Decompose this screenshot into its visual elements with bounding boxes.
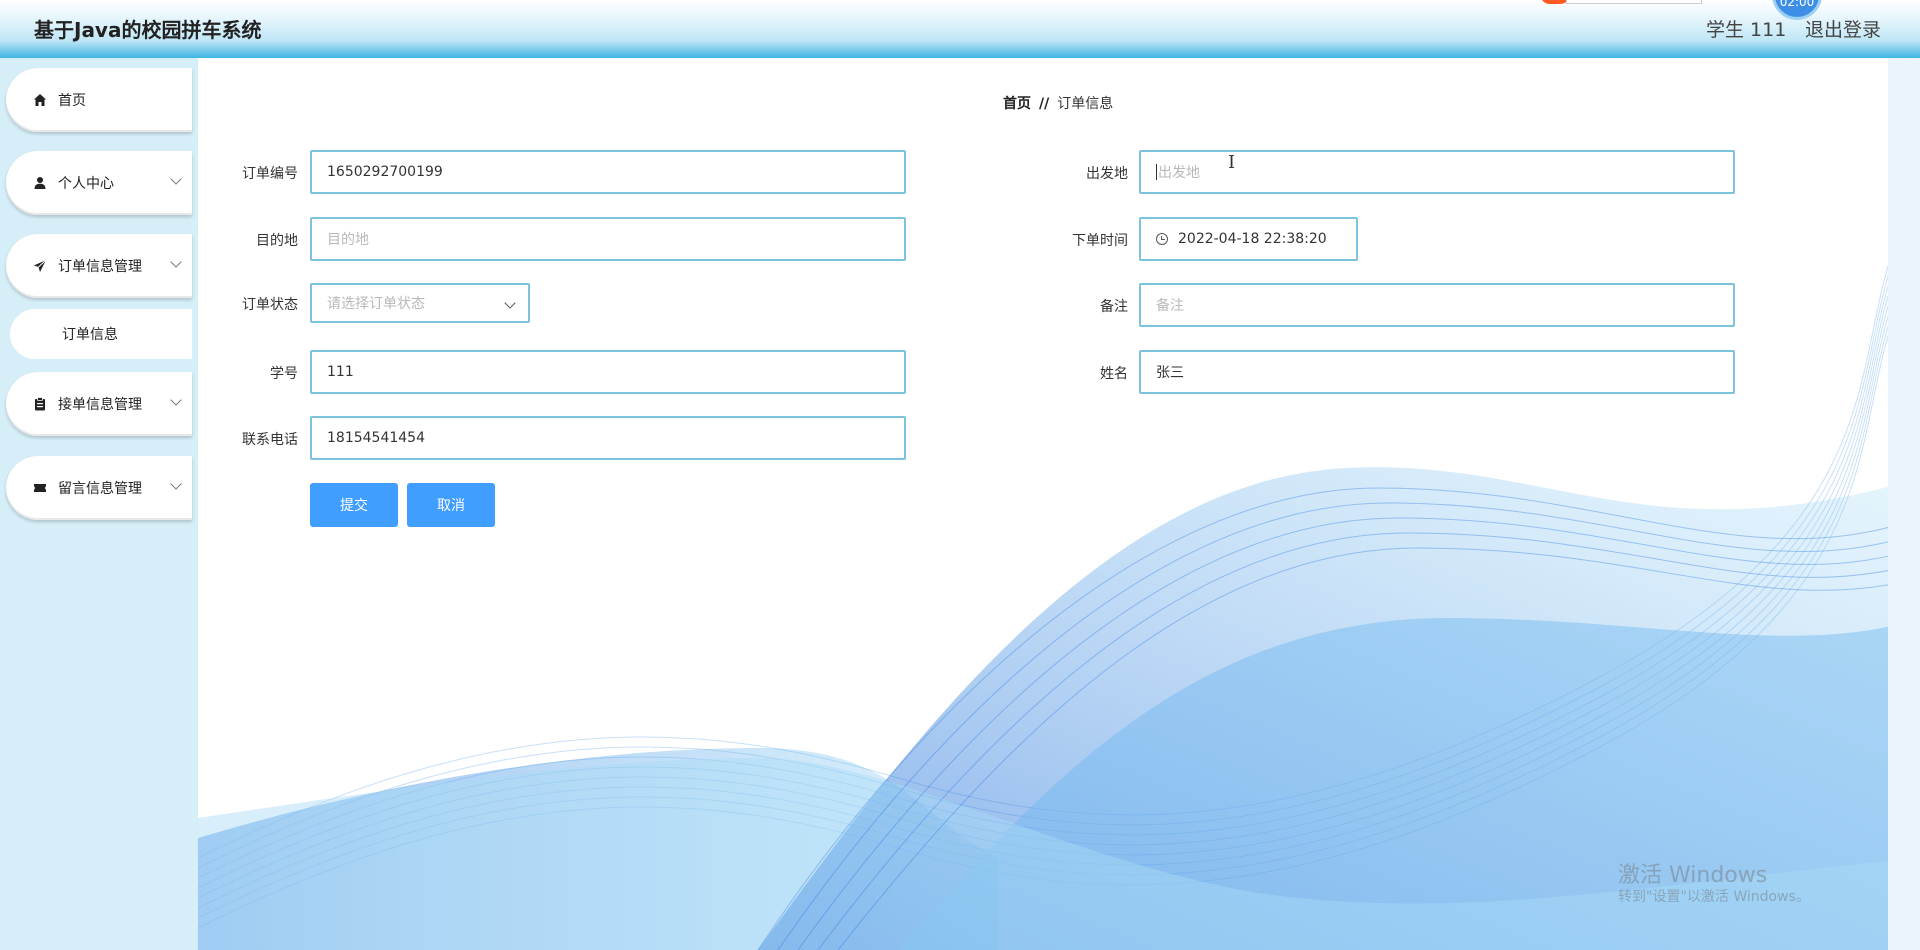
windows-activation-watermark-hint: 转到"设置"以激活 Windows。 [1618, 889, 1810, 905]
student-no-value: 111 [327, 364, 354, 380]
order-no-label: 订单编号 [242, 166, 298, 182]
windows-activation-watermark-title: 激活 Windows [1618, 863, 1768, 888]
destination-label: 目的地 [256, 233, 298, 249]
status-label: 订单状态 [242, 297, 298, 313]
order-time-picker[interactable]: 2022-04-18 22:38:20 [1139, 217, 1358, 261]
remark-input[interactable]: 备注 [1139, 283, 1735, 327]
home-icon [32, 92, 48, 108]
user-icon [32, 175, 48, 191]
breadcrumb-home[interactable]: 首页 [1003, 96, 1031, 112]
student-no-input[interactable]: 111 [310, 350, 906, 394]
chevron-down-icon [504, 297, 516, 309]
chevron-down-icon [170, 256, 182, 268]
remark-label: 备注 [1100, 299, 1128, 315]
search-bar-fragment [1566, 0, 1702, 4]
departure-placeholder: 出发地 [1158, 165, 1200, 181]
right-scroll-strip [1888, 58, 1920, 950]
name-label: 姓名 [1100, 366, 1128, 382]
order-no-input[interactable]: 1650292700199 [310, 150, 906, 194]
sidebar-item-order-management[interactable]: 订单信息管理 [6, 234, 192, 298]
status-select[interactable]: 请选择订单状态 [310, 283, 530, 323]
breadcrumb: 首页 // 订单信息 [1003, 93, 1113, 113]
sidebar-item-message-management[interactable]: 留言信息管理 [6, 456, 192, 520]
app-title: 基于Java的校园拼车系统 [34, 18, 262, 42]
sidebar-item-label: 留言信息管理 [58, 481, 142, 497]
sidebar-item-label: 订单信息管理 [58, 259, 142, 275]
paper-plane-icon [32, 258, 48, 274]
chevron-down-icon [170, 478, 182, 490]
destination-input[interactable]: 目的地 [310, 217, 906, 261]
sidebar-subitem-order-info[interactable]: 订单信息 [10, 309, 192, 359]
ticket-icon [32, 480, 48, 496]
breadcrumb-separator: // [1039, 96, 1050, 112]
departure-label: 出发地 [1086, 166, 1128, 182]
sidebar-item-personal-center[interactable]: 个人中心 [6, 151, 192, 215]
phone-label: 联系电话 [242, 432, 298, 448]
sidebar-item-accept-order-management[interactable]: 接单信息管理 [6, 372, 192, 436]
sidebar-item-label: 首页 [58, 93, 86, 109]
order-time-value: 2022-04-18 22:38:20 [1178, 231, 1327, 247]
chevron-down-icon [170, 173, 182, 185]
ibeam-cursor-icon: I [1228, 152, 1236, 173]
phone-input[interactable]: 18154541454 [310, 416, 906, 460]
phone-value: 18154541454 [327, 430, 425, 446]
name-input[interactable]: 张三 [1139, 350, 1735, 394]
sidebar-subitem-label: 订单信息 [62, 327, 118, 343]
order-time-label: 下单时间 [1072, 233, 1128, 249]
logout-link[interactable]: 退出登录 [1805, 15, 1881, 42]
order-no-value: 1650292700199 [327, 164, 443, 180]
status-placeholder: 请选择订单状态 [327, 296, 425, 312]
sidebar-item-label: 个人中心 [58, 176, 114, 192]
sidebar-item-home[interactable]: 首页 [6, 68, 192, 132]
sidebar-item-label: 接单信息管理 [58, 397, 142, 413]
text-caret [1156, 164, 1157, 180]
clipboard-icon [32, 396, 48, 412]
top-header: 基于Java的校园拼车系统 02:00 学生 111 退出登录 [0, 0, 1920, 58]
remark-placeholder: 备注 [1156, 298, 1184, 314]
student-no-label: 学号 [270, 366, 298, 382]
current-user-label: 学生 111 [1706, 19, 1787, 41]
clock-icon [1156, 233, 1168, 245]
breadcrumb-current: 订单信息 [1057, 96, 1114, 112]
cancel-button[interactable]: 取消 [407, 483, 495, 527]
chevron-down-icon [170, 394, 182, 406]
name-value: 张三 [1156, 365, 1184, 381]
destination-placeholder: 目的地 [327, 232, 369, 248]
submit-button[interactable]: 提交 [310, 483, 398, 527]
